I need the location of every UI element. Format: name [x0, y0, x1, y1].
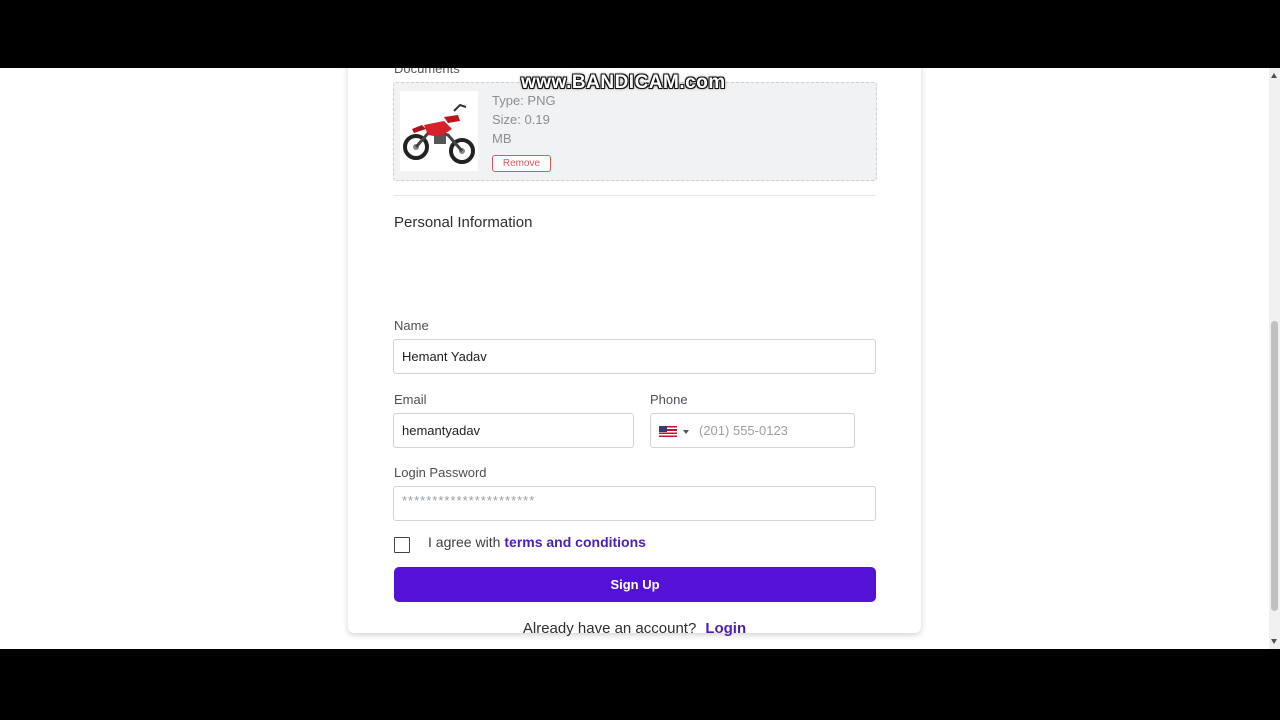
phone-label: Phone	[650, 392, 688, 407]
remove-file-button[interactable]: Remove	[492, 155, 551, 172]
login-prompt: Already have an account? Login	[348, 620, 921, 637]
login-link[interactable]: Login	[705, 620, 746, 637]
scrollbar-thumb[interactable]	[1271, 321, 1278, 611]
chevron-down-icon[interactable]	[683, 430, 689, 434]
password-field[interactable]: **********************	[393, 486, 876, 521]
name-field[interactable]: Hemant Yadav	[393, 339, 876, 374]
motorcycle-icon	[403, 103, 475, 164]
name-label: Name	[394, 318, 429, 333]
us-flag-icon[interactable]	[659, 426, 677, 437]
motorcycle-image	[400, 91, 478, 171]
terms-link[interactable]: terms and conditions	[504, 534, 646, 550]
terms-checkbox[interactable]	[394, 537, 410, 553]
agree-text: I agree with terms and conditions	[428, 534, 646, 550]
browser-viewport: Documents Type: PNG Size: 0.19 MB Remove…	[0, 68, 1280, 649]
email-field[interactable]: hemantyadav	[393, 413, 634, 448]
login-prompt-text: Already have an account?	[522, 620, 697, 637]
agree-label: I agree with	[428, 534, 501, 550]
signup-button[interactable]: Sign Up	[394, 567, 876, 602]
personal-info-title: Personal Information	[394, 214, 533, 231]
documents-label: Documents	[394, 68, 460, 76]
email-label: Email	[394, 392, 427, 407]
bandicam-watermark: www.BANDICAM.com	[521, 72, 726, 93]
scroll-up-icon[interactable]	[1271, 73, 1277, 78]
document-upload-box[interactable]: Type: PNG Size: 0.19 MB Remove	[393, 82, 877, 181]
signup-card: Documents Type: PNG Size: 0.19 MB Remove…	[348, 68, 921, 637]
scroll-down-icon[interactable]	[1271, 639, 1277, 644]
scrollbar[interactable]	[1269, 68, 1280, 649]
file-size: Size: 0.19 MB	[492, 112, 550, 146]
section-divider	[394, 195, 876, 196]
phone-field[interactable]: (201) 555-0123	[650, 413, 855, 448]
password-label: Login Password	[394, 465, 487, 480]
phone-input[interactable]: (201) 555-0123	[699, 414, 788, 447]
file-meta: Type: PNG Size: 0.19 MB	[492, 91, 572, 148]
